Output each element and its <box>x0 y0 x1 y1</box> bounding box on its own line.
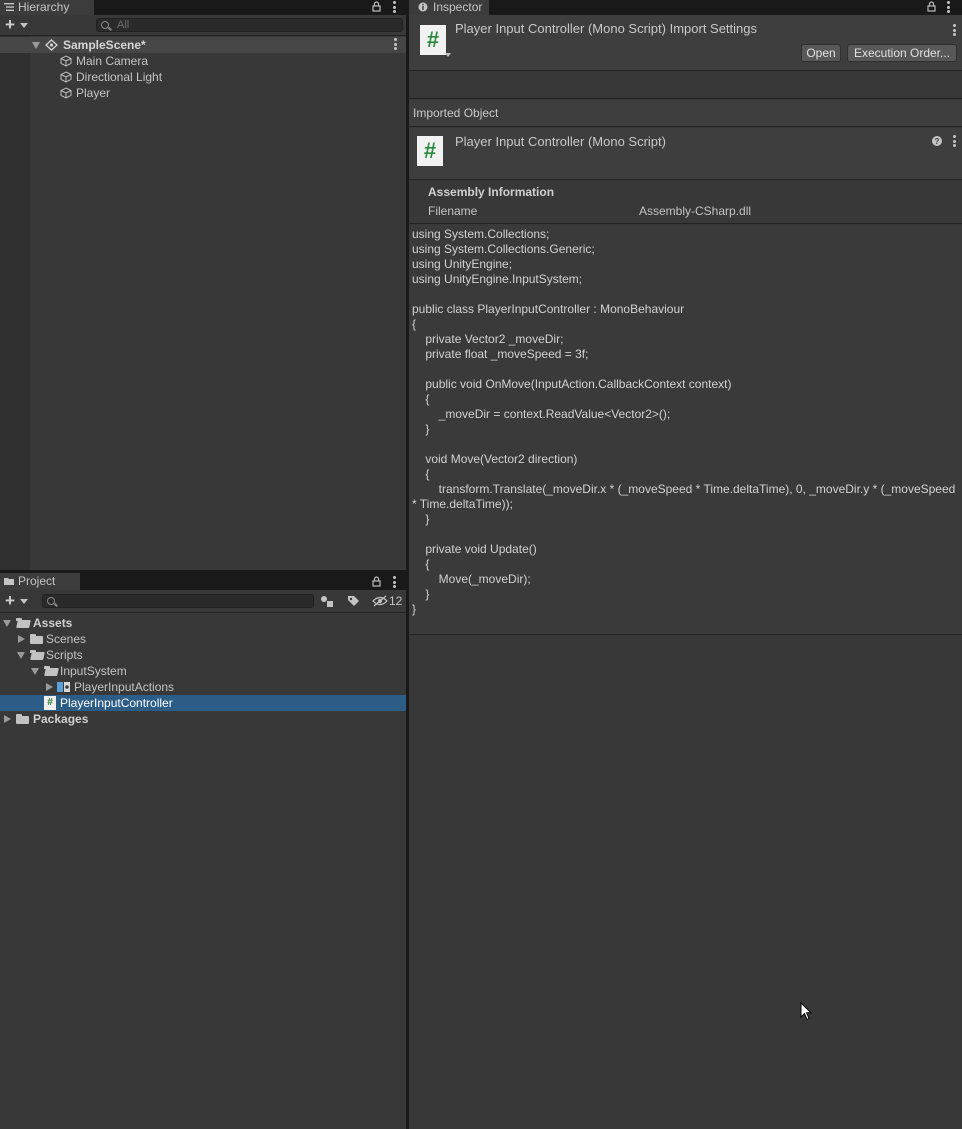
filter-by-type-icon[interactable] <box>320 594 334 608</box>
tree-item-playerinputactions[interactable]: PlayerInputActions <box>0 679 406 695</box>
filename-value: Assembly-CSharp.dll <box>639 204 752 218</box>
info-icon <box>418 2 428 12</box>
project-menu-icon[interactable] <box>392 576 396 590</box>
folder-open-icon <box>30 650 43 660</box>
help-icon[interactable]: ? <box>932 136 942 146</box>
add-icon[interactable]: + <box>5 16 15 33</box>
apply-band <box>409 72 962 99</box>
execution-order-button[interactable]: Execution Order... <box>847 44 957 62</box>
object-title: Player Input Controller (Mono Script) <box>455 134 666 149</box>
tab-project-label: Project <box>18 574 56 588</box>
hierarchy-toolbar: + All <box>0 15 406 36</box>
csharp-script-icon: # <box>417 136 443 166</box>
hierarchy-item-label: Directional Light <box>76 70 163 84</box>
assembly-info-title: Assembly Information <box>428 185 555 199</box>
hierarchy-tabbar: Hierarchy <box>0 0 406 15</box>
expand-arrow-icon[interactable] <box>46 683 53 691</box>
expand-arrow-icon[interactable] <box>4 715 11 723</box>
scene-row[interactable]: SampleScene* <box>0 37 406 53</box>
tree-item-inputsystem[interactable]: InputSystem <box>0 663 406 679</box>
folder-open-icon <box>16 618 29 628</box>
script-source-preview[interactable]: using System.Collections; using System.C… <box>412 227 960 617</box>
hierarchy-item-label: Main Camera <box>76 54 149 68</box>
tab-project[interactable]: Project <box>0 573 80 590</box>
tree-item-label: InputSystem <box>60 664 127 678</box>
header-menu-icon[interactable] <box>952 24 956 38</box>
scene-name: SampleScene* <box>63 38 146 52</box>
tree-item-label: Assets <box>33 616 73 630</box>
imported-object-label: Imported Object <box>413 106 499 120</box>
tab-hierarchy-label: Hierarchy <box>18 0 70 14</box>
tree-item-label: PlayerInputController <box>60 696 173 710</box>
search-icon <box>47 597 55 605</box>
open-button[interactable]: Open <box>801 44 841 62</box>
tree-item-packages[interactable]: Packages <box>0 711 406 727</box>
expand-arrow-icon[interactable] <box>18 635 25 643</box>
import-settings-header: # Player Input Controller (Mono Script) … <box>409 15 962 71</box>
gameobject-cube-icon <box>60 55 72 67</box>
inspector-tabbar: Inspector <box>409 0 962 15</box>
svg-text:?: ? <box>935 137 940 146</box>
folder-icon <box>16 714 29 724</box>
input-actions-icon <box>57 682 70 692</box>
tree-item-scripts[interactable]: Scripts <box>0 647 406 663</box>
assembly-info-section: Assembly Information Filename Assembly-C… <box>409 181 962 224</box>
imported-object-bar: Imported Object <box>409 100 962 127</box>
project-search-input[interactable] <box>42 594 314 608</box>
hierarchy-item[interactable]: Main Camera <box>0 53 406 69</box>
hierarchy-pane: Hierarchy + All SampleScene* Main Camera… <box>0 0 406 570</box>
filename-label: Filename <box>428 204 478 218</box>
hierarchy-item-label: Player <box>76 86 111 100</box>
list-icon <box>4 3 14 11</box>
project-tabbar: Project <box>0 573 406 590</box>
chevron-down-icon[interactable] <box>20 599 28 604</box>
tree-item-scenes[interactable]: Scenes <box>0 631 406 647</box>
lock-icon[interactable] <box>927 1 936 15</box>
project-pane: Project + 12 Assets Scenes Scripts Input… <box>0 573 406 1129</box>
search-icon <box>101 21 109 29</box>
lock-icon[interactable] <box>372 576 381 590</box>
tree-item-label: Scenes <box>46 632 87 646</box>
object-menu-icon[interactable] <box>952 135 956 149</box>
tree-item-playerinputcontroller[interactable]: # PlayerInputController <box>0 695 406 711</box>
tab-hierarchy[interactable]: Hierarchy <box>0 0 94 15</box>
unity-scene-icon <box>45 39 58 51</box>
gameobject-cube-icon <box>60 87 72 99</box>
hierarchy-search-placeholder: All <box>117 19 130 31</box>
folder-icon <box>4 578 14 585</box>
tree-item-assets[interactable]: Assets <box>0 615 406 631</box>
mouse-cursor-icon <box>800 1002 812 1021</box>
expand-arrow-icon[interactable] <box>32 42 40 49</box>
tree-item-label: Scripts <box>46 648 83 662</box>
folder-icon <box>30 634 43 644</box>
expand-arrow-icon[interactable] <box>31 668 39 675</box>
import-settings-title: Player Input Controller (Mono Script) Im… <box>455 21 758 36</box>
expand-arrow-icon[interactable] <box>3 620 11 627</box>
tree-item-label: Packages <box>33 712 89 726</box>
scene-menu-icon[interactable] <box>393 38 397 52</box>
hierarchy-gutter <box>0 36 30 570</box>
tab-inspector[interactable]: Inspector <box>409 0 489 15</box>
hierarchy-search-input[interactable]: All <box>96 18 403 32</box>
lock-icon[interactable] <box>372 1 381 15</box>
tree-item-label: PlayerInputActions <box>74 680 175 694</box>
project-toolbar: + 12 <box>0 590 406 613</box>
hierarchy-menu-icon[interactable] <box>392 1 396 15</box>
tab-inspector-label: Inspector <box>433 0 483 14</box>
filter-by-label-icon[interactable] <box>346 594 360 608</box>
icon-dropdown-icon[interactable] <box>445 53 451 57</box>
hidden-packages-icon[interactable] <box>372 595 388 607</box>
expand-arrow-icon[interactable] <box>17 652 25 659</box>
hierarchy-item[interactable]: Directional Light <box>0 69 406 85</box>
hierarchy-item[interactable]: Player <box>0 85 406 101</box>
inspector-menu-icon[interactable] <box>946 1 950 15</box>
hidden-packages-count: 12 <box>389 594 403 608</box>
add-icon[interactable]: + <box>5 592 15 609</box>
chevron-down-icon[interactable] <box>20 23 28 28</box>
folder-open-icon <box>44 666 57 676</box>
csharp-script-icon: # <box>44 696 56 710</box>
gameobject-cube-icon <box>60 71 72 83</box>
object-header: # Player Input Controller (Mono Script) … <box>409 128 962 180</box>
csharp-script-icon: # <box>420 25 446 55</box>
